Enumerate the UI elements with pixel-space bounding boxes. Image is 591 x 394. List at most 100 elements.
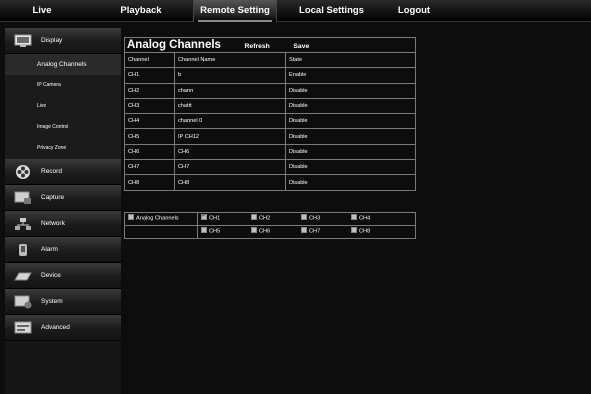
tab-playback[interactable]: Playback bbox=[99, 0, 183, 22]
sidebar-section-capture[interactable]: Capture bbox=[5, 185, 121, 211]
state-cell[interactable]: Disable bbox=[285, 113, 416, 130]
alarm-icon bbox=[13, 242, 33, 258]
select-all-label: Analog Channels bbox=[136, 215, 179, 222]
table-row: CH4 channel 0 Disable bbox=[124, 113, 416, 130]
sidebar-section-record[interactable]: Record bbox=[5, 159, 121, 185]
checkbox-label: CH2 bbox=[259, 215, 271, 222]
channel-selector: Analog Channels CH1 CH2 CH3 CH4 CH5 CH6 … bbox=[124, 211, 416, 239]
table-row: CH7 CH7 Disable bbox=[124, 159, 416, 176]
sidebar-section-network[interactable]: Network bbox=[5, 211, 121, 237]
channel-cell: CH5 bbox=[124, 128, 175, 145]
table-row: CH8 CH8 Disable bbox=[124, 174, 416, 191]
ch4-checkbox[interactable]: CH4 bbox=[351, 213, 370, 221]
channel-cell: CH3 bbox=[124, 97, 175, 115]
state-cell[interactable]: Enable bbox=[285, 67, 416, 84]
checkbox-checked-icon bbox=[201, 212, 207, 220]
sidebar-section-label: Alarm bbox=[41, 246, 58, 253]
checkbox-icon bbox=[128, 214, 134, 221]
checkbox-icon bbox=[301, 226, 307, 233]
ch6-checkbox[interactable]: CH6 bbox=[251, 226, 271, 235]
tab-logout[interactable]: Logout bbox=[387, 0, 441, 22]
sidebar-section-label: Record bbox=[41, 168, 62, 175]
ch1-checkbox[interactable]: CH1 bbox=[201, 212, 220, 221]
channel-checkbox-row-1: CH1 CH2 CH3 CH4 bbox=[197, 211, 416, 226]
sidebar-item-image-control[interactable]: Image Control bbox=[5, 117, 121, 138]
sidebar-section-device[interactable]: Device bbox=[5, 263, 121, 289]
state-cell[interactable]: Disable bbox=[285, 128, 416, 145]
ch3-checkbox[interactable]: CH3 bbox=[301, 213, 321, 222]
sidebar-section-advanced[interactable]: Advanced bbox=[5, 315, 121, 341]
sidebar-section-label: Advanced bbox=[41, 324, 70, 331]
network-icon bbox=[13, 216, 33, 232]
column-header-channel-name: Channel Name bbox=[174, 51, 286, 69]
channel-name-field[interactable]: IP CH12 bbox=[174, 128, 286, 145]
table-header-bar: Analog Channels Refresh Save bbox=[124, 37, 416, 53]
capture-icon bbox=[13, 190, 33, 206]
checkbox-label: CH7 bbox=[309, 228, 321, 235]
state-cell[interactable]: Disable bbox=[285, 143, 416, 161]
table-row: CH6 CH6 Disable bbox=[124, 143, 416, 161]
tab-live[interactable]: Live bbox=[0, 0, 84, 22]
top-navigation: Live Playback Remote Setting Local Setti… bbox=[0, 0, 591, 22]
state-cell[interactable]: Disable bbox=[285, 159, 416, 176]
main-content: Analog Channels Refresh Save Channel Cha… bbox=[124, 37, 416, 239]
ch5-checkbox[interactable]: CH5 bbox=[201, 226, 221, 235]
tab-remote-setting[interactable]: Remote Setting bbox=[193, 0, 277, 22]
sidebar-section-label: System bbox=[41, 298, 63, 305]
film-reel-icon bbox=[13, 164, 33, 180]
ch8-checkbox[interactable]: CH8 bbox=[351, 226, 371, 235]
channel-cell: CH6 bbox=[124, 143, 175, 161]
channel-name-field[interactable]: CH7 bbox=[174, 159, 286, 176]
column-header-channel: Channel bbox=[124, 51, 175, 69]
channel-cell: CH4 bbox=[124, 113, 175, 130]
system-icon bbox=[13, 294, 33, 310]
ch7-checkbox[interactable]: CH7 bbox=[301, 226, 321, 235]
channel-cell: CH1 bbox=[124, 67, 175, 84]
monitor-icon bbox=[13, 33, 33, 49]
state-cell[interactable]: Disable bbox=[285, 174, 416, 191]
sidebar-item-live[interactable]: Live bbox=[5, 96, 121, 117]
channel-name-field[interactable]: chattt bbox=[174, 97, 286, 115]
checkbox-icon bbox=[201, 226, 207, 233]
checkbox-label: CH8 bbox=[359, 228, 371, 235]
table-row: CH5 IP CH12 Disable bbox=[124, 128, 416, 145]
state-cell[interactable]: Disable bbox=[285, 82, 416, 99]
channel-cell: CH7 bbox=[124, 159, 175, 176]
select-all-channels-checkbox[interactable]: Analog Channels bbox=[124, 211, 198, 226]
channel-name-field[interactable]: CH6 bbox=[174, 143, 286, 161]
sidebar-section-alarm[interactable]: Alarm bbox=[5, 237, 121, 263]
sidebar-section-label: Device bbox=[41, 272, 61, 279]
page-title: Analog Channels bbox=[127, 39, 221, 51]
checkbox-icon bbox=[251, 226, 257, 233]
sidebar-section-label: Capture bbox=[41, 194, 65, 201]
channel-name-field[interactable]: b bbox=[174, 67, 286, 84]
channel-checkbox-row-2: CH5 CH6 CH7 CH8 bbox=[197, 224, 416, 239]
channel-table: Analog Channels Refresh Save Channel Cha… bbox=[124, 37, 416, 191]
sidebar-item-ip-camera[interactable]: IP Camera bbox=[5, 75, 121, 96]
checkbox-label: CH5 bbox=[209, 228, 221, 235]
sidebar-item-analog-channels[interactable]: Analog Channels bbox=[5, 54, 121, 75]
checkbox-label: CH3 bbox=[309, 215, 321, 222]
sidebar-section-label: Network bbox=[41, 220, 65, 227]
checkbox-icon bbox=[351, 213, 357, 220]
tab-local-settings[interactable]: Local Settings bbox=[286, 0, 377, 22]
table-row: CH2 chann Disable bbox=[124, 82, 416, 99]
ch2-checkbox[interactable]: CH2 bbox=[251, 213, 271, 222]
sidebar-section-display[interactable]: Display bbox=[5, 28, 121, 54]
checkbox-label: CH6 bbox=[259, 228, 271, 235]
channel-name-field[interactable]: channel 0 bbox=[174, 113, 286, 130]
refresh-button[interactable]: Refresh bbox=[245, 43, 270, 50]
channel-name-field[interactable]: CH8 bbox=[174, 174, 286, 191]
sidebar-section-system[interactable]: System bbox=[5, 289, 121, 315]
state-cell[interactable]: Disable bbox=[285, 97, 416, 115]
checkbox-icon bbox=[251, 213, 257, 220]
table-row: CH3 chattt Disable bbox=[124, 97, 416, 115]
save-button[interactable]: Save bbox=[293, 43, 309, 50]
column-header-state: State bbox=[285, 51, 416, 69]
channel-name-field[interactable]: chann bbox=[174, 82, 286, 99]
sidebar-section-label: Display bbox=[41, 37, 63, 44]
checkbox-icon bbox=[351, 226, 357, 233]
channel-cell: CH2 bbox=[124, 82, 175, 99]
selector-spacer-cell bbox=[124, 224, 198, 239]
sidebar-item-privacy-zone[interactable]: Privacy Zone bbox=[5, 138, 121, 159]
